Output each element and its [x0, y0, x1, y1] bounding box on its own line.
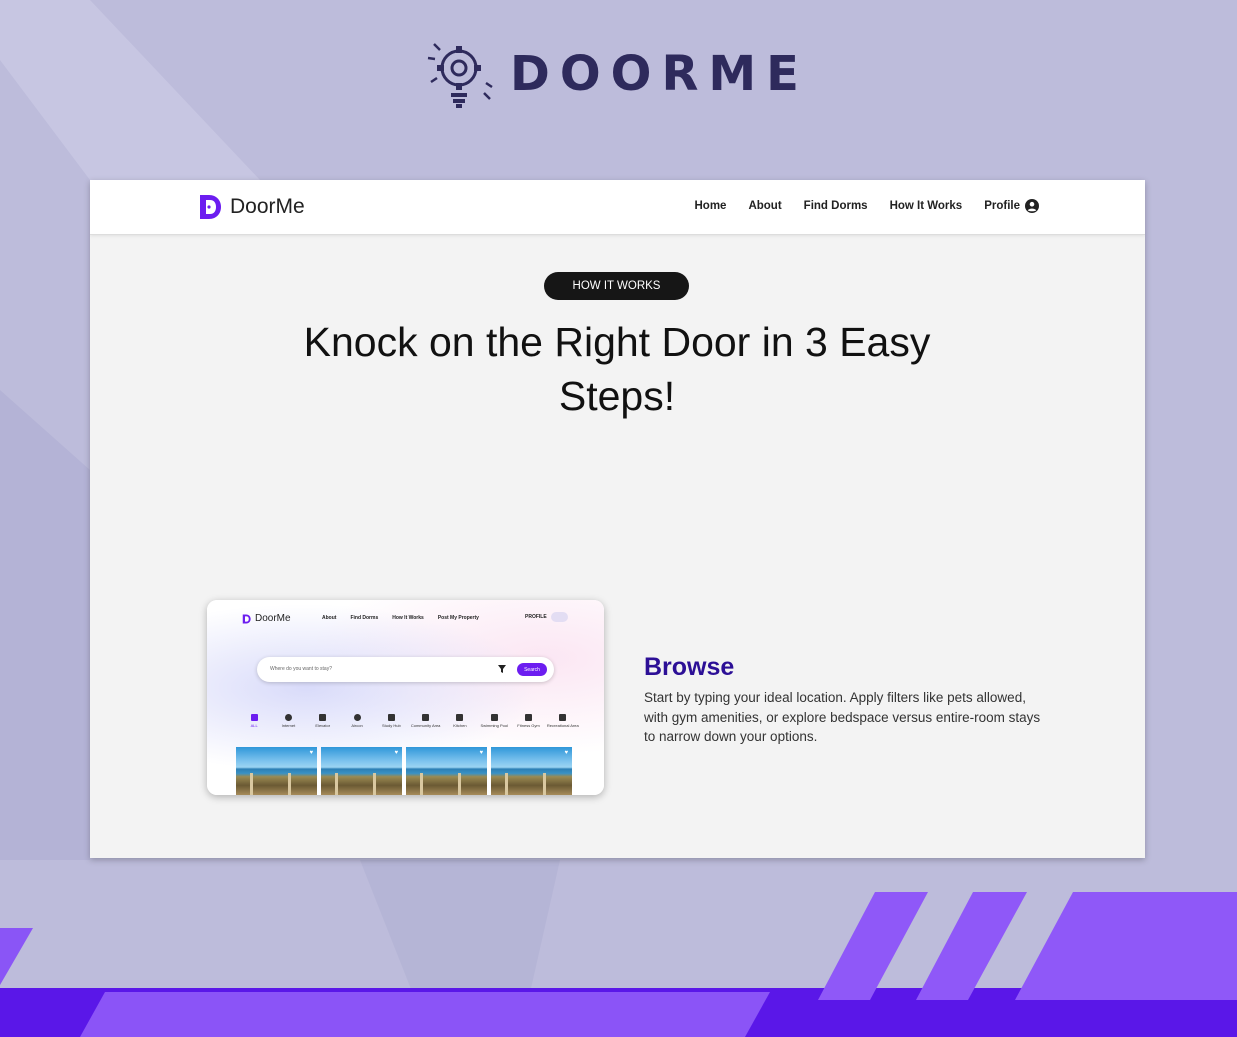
pool-icon	[490, 714, 498, 721]
book-icon	[387, 714, 395, 721]
heart-icon: ♥	[479, 750, 483, 756]
mockup-category: Study Hub	[374, 714, 408, 728]
step-description: Start by typing your ideal location. App…	[644, 690, 1041, 744]
mockup-category: Kitchen	[443, 714, 477, 728]
mockup-search-button: Search	[517, 663, 547, 676]
fan-icon	[353, 714, 361, 721]
doorme-logo-icon	[242, 614, 251, 623]
lightbulb-gear-icon	[427, 43, 493, 108]
nav-links: Home About Find Dorms How It Works Profi…	[695, 199, 1039, 213]
people-icon	[422, 714, 430, 721]
section-pill: HOW IT WORKS	[544, 272, 689, 300]
mockup-nav-item: Find Dorms	[350, 615, 379, 621]
mockup-category: Elevator	[306, 714, 340, 728]
mockup-profile: PROFILE	[525, 612, 568, 622]
mockup-category: Community Area	[408, 714, 442, 728]
nav-how-it-works[interactable]: How It Works	[890, 200, 963, 212]
mockup-logo-text: DoorMe	[255, 613, 291, 624]
browse-mockup-image: DoorMe About Find Dorms How It Works Pos…	[207, 600, 604, 795]
mockup-nav-item: Post My Property	[437, 615, 479, 621]
nav-profile-label: Profile	[984, 200, 1020, 212]
mockup-nav-item: How It Works	[392, 615, 424, 621]
step-title: Browse	[644, 653, 735, 681]
page-title: Knock on the Right Door in 3 Easy Steps!	[303, 319, 931, 419]
gamepad-icon	[559, 714, 567, 721]
globe-icon	[284, 714, 292, 721]
mockup-profile-label: PROFILE	[525, 614, 547, 620]
dumbbell-icon	[525, 714, 533, 721]
listing-photo: ♥	[406, 747, 487, 795]
mockup-search-placeholder: Where do you want to stay?	[270, 666, 332, 672]
mockup-category: Recreational Area	[546, 714, 580, 728]
nav-logo[interactable]: DoorMe	[198, 194, 305, 220]
mockup-categories: ALL Internet Elevator Aircon Study Hub C…	[237, 714, 580, 728]
mockup-category: Aircon	[340, 714, 374, 728]
elevator-icon	[319, 714, 327, 721]
nav-home[interactable]: Home	[695, 200, 727, 212]
nav-profile[interactable]: Profile	[984, 199, 1039, 213]
nav-about[interactable]: About	[748, 200, 781, 212]
filter-icon	[498, 665, 506, 673]
navbar: DoorMe Home About Find Dorms How It Work…	[90, 180, 1145, 235]
heart-icon: ♥	[309, 750, 313, 756]
mockup-category: Fitness Gym	[511, 714, 545, 728]
listing-photo: ♥	[236, 747, 317, 795]
user-icon	[1025, 199, 1039, 213]
user-icon	[550, 612, 568, 622]
mockup-logo: DoorMe	[242, 613, 291, 624]
mockup-category: ALL	[237, 714, 271, 728]
mockup-category: Swimming Pool	[477, 714, 511, 728]
mockup-search-bar: Where do you want to stay? Search	[257, 657, 554, 682]
brand-logo: DOORME	[426, 38, 809, 110]
mockup-listings: ♥ ♥ ♥ ♥	[236, 747, 572, 795]
mockup-nav-item: About	[322, 615, 337, 621]
listing-photo: ♥	[491, 747, 572, 795]
mockup-nav: About Find Dorms How It Works Post My Pr…	[322, 615, 479, 621]
nav-logo-text: DoorMe	[230, 195, 305, 218]
brand-name: DOORME	[510, 46, 809, 102]
heart-icon: ♥	[564, 750, 568, 756]
listing-photo: ♥	[321, 747, 402, 795]
website-screenshot: DoorMe Home About Find Dorms How It Work…	[90, 180, 1145, 858]
mockup-category: Internet	[271, 714, 305, 728]
nav-find-dorms[interactable]: Find Dorms	[804, 200, 868, 212]
doorme-logo-icon	[200, 195, 221, 219]
pot-icon	[456, 714, 464, 721]
heart-icon: ♥	[394, 750, 398, 756]
home-icon	[250, 714, 258, 721]
